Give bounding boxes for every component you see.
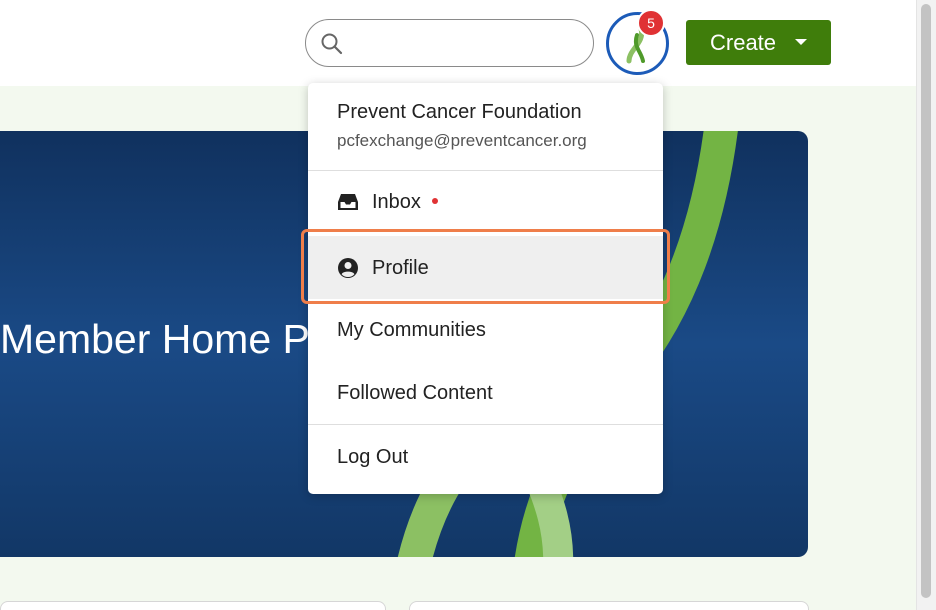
menu-item-label: Inbox [372, 191, 421, 213]
menu-item-label: My Communities [337, 319, 486, 341]
search-icon [320, 32, 344, 56]
menu-item-my-communities[interactable]: My Communities [308, 301, 663, 361]
unread-dot-icon [432, 198, 438, 204]
create-button-label: Create [710, 30, 777, 55]
user-email: pcfexchange@preventcancer.org [337, 131, 587, 150]
menu-item-label: Followed Content [337, 382, 493, 404]
page-scrollbar[interactable] [916, 0, 936, 610]
user-menu-header: Prevent Cancer Foundation pcfexchange@pr… [308, 83, 663, 171]
menu-item-label: Profile [372, 257, 429, 279]
content-card [0, 601, 386, 610]
user-name: Prevent Cancer Foundation [337, 101, 582, 123]
menu-item-label: Log Out [337, 446, 409, 468]
create-button[interactable]: Create [686, 20, 831, 65]
content-card [409, 601, 809, 610]
caret-down-icon [795, 39, 807, 45]
scrollbar-thumb[interactable] [921, 4, 931, 598]
inbox-icon [337, 191, 359, 213]
notification-badge: 5 [637, 9, 665, 37]
menu-item-log-out[interactable]: Log Out [308, 428, 663, 488]
user-menu-dropdown: Prevent Cancer Foundation pcfexchange@pr… [308, 83, 663, 494]
menu-item-followed-content[interactable]: Followed Content [308, 364, 663, 424]
search-input[interactable] [350, 28, 582, 58]
menu-item-inbox[interactable]: Inbox [308, 173, 663, 233]
user-circle-icon [337, 257, 359, 279]
menu-item-profile[interactable]: Profile [308, 236, 663, 299]
menu-divider [308, 424, 663, 425]
search-box[interactable] [305, 19, 594, 67]
